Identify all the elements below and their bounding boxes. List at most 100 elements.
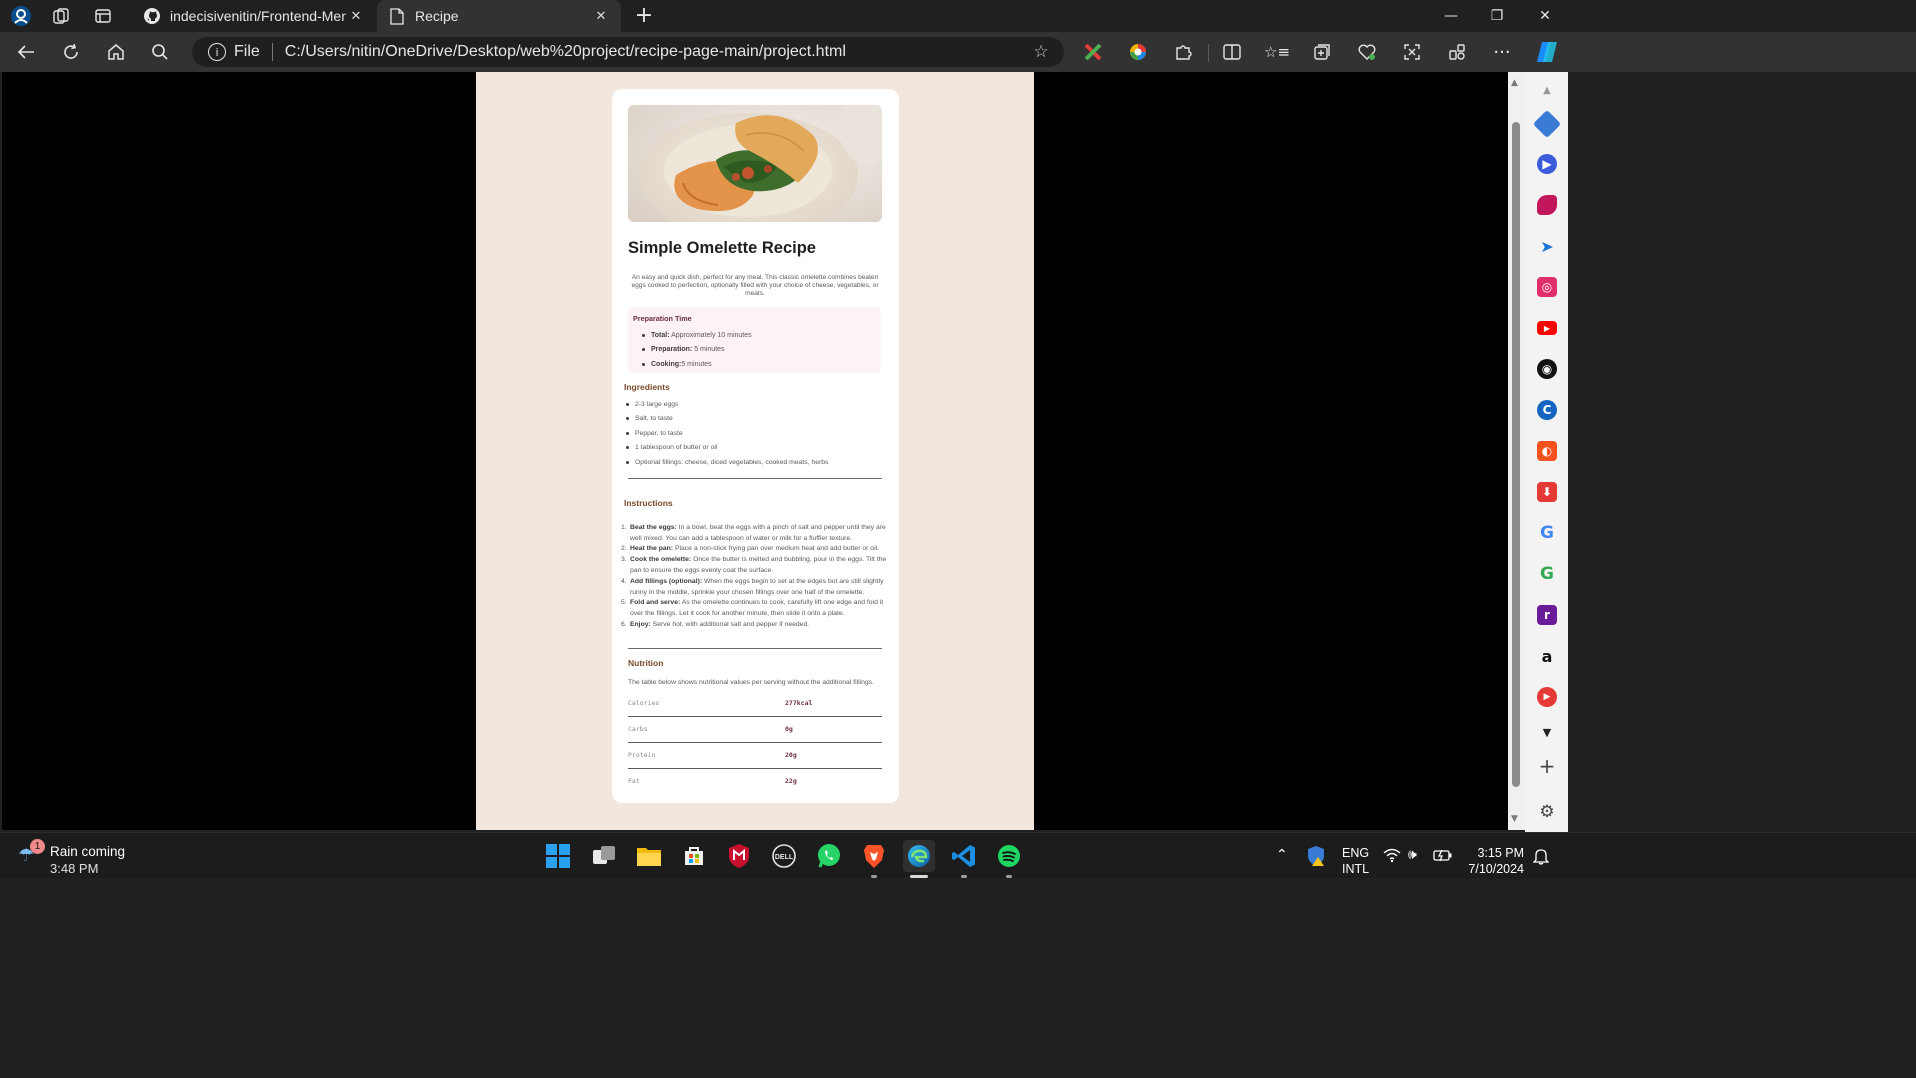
close-tab-icon[interactable]: ✕: [591, 9, 611, 24]
refresh-button[interactable]: [55, 38, 87, 66]
sidebar-more-icon[interactable]: ▼: [1537, 722, 1557, 742]
tab-actions-icon[interactable]: [90, 4, 116, 28]
profile-icon[interactable]: [8, 4, 34, 28]
extensions-icon[interactable]: [1171, 40, 1195, 64]
workspaces-icon[interactable]: [48, 4, 74, 28]
running-indicator: [1006, 875, 1012, 878]
toolbar-divider: [1208, 44, 1209, 62]
close-tab-icon[interactable]: ✕: [346, 9, 366, 24]
search-icon[interactable]: [144, 38, 176, 66]
notifications-bell-icon[interactable]: [1532, 847, 1550, 869]
youtube-music-icon[interactable]: ▶: [1537, 687, 1557, 707]
minimize-button[interactable]: —: [1428, 0, 1474, 32]
site-info-icon[interactable]: i: [208, 43, 226, 61]
volume-icon[interactable]: 🕪: [1408, 847, 1417, 863]
list-item: Preparation: 5 minutes: [642, 346, 725, 353]
bing-chat-icon[interactable]: ▶: [1537, 154, 1557, 174]
screenshot-icon[interactable]: [1400, 40, 1424, 64]
designer-icon[interactable]: [1537, 195, 1557, 215]
list-item: 1. Beat the eggs: In a bowl, beat the egg…: [621, 524, 886, 542]
list-item: 2-3 large eggs: [626, 401, 678, 408]
list-item: Cooking:5 minutes: [642, 361, 712, 368]
scrollbar-thumb[interactable]: [1512, 122, 1520, 787]
bullet-icon: [626, 460, 629, 464]
github-icon: [142, 6, 162, 26]
download-icon[interactable]: ⬇: [1537, 482, 1557, 502]
list-item: 3. Cook the omelette: Once the butter is …: [621, 556, 887, 574]
microsoft-store-icon[interactable]: [678, 840, 710, 872]
amazon-icon[interactable]: a: [1537, 646, 1557, 666]
scroll-up-icon[interactable]: ▲: [1511, 78, 1518, 88]
mcafee-icon[interactable]: [723, 840, 755, 872]
edge-sidebar: ▲ ▶ ➤ ◎ ▶ ◉ C ◐ ⬇ G G r a ▶ ▼ + ⚙: [1525, 72, 1568, 832]
google-icon[interactable]: G: [1537, 523, 1557, 543]
spotify-icon[interactable]: [993, 840, 1025, 872]
whatsapp-icon[interactable]: [813, 840, 845, 872]
list-item: Optional fillings: cheese, diced vegetab…: [626, 459, 828, 466]
performance-icon[interactable]: [1445, 40, 1469, 64]
url-text[interactable]: C:/Users/nitin/OneDrive/Desktop/web%20pr…: [285, 43, 1026, 61]
back-button[interactable]: [10, 38, 42, 66]
shopping-tag-icon[interactable]: [1532, 109, 1562, 139]
instagram-icon[interactable]: ◎: [1537, 277, 1557, 297]
tab-label: Recipe: [415, 8, 459, 24]
battery-icon[interactable]: [1433, 847, 1453, 867]
sidebar-scroll-up-icon[interactable]: ▲: [1537, 80, 1557, 100]
security-shield-icon[interactable]: [1306, 845, 1326, 871]
show-hidden-icons-icon[interactable]: ⌃: [1276, 847, 1288, 863]
github-icon[interactable]: ◉: [1537, 359, 1557, 379]
telegram-icon[interactable]: ➤: [1537, 236, 1557, 256]
list-item: Total: Approximately 10 minutes: [642, 332, 752, 339]
page-icon: [387, 6, 407, 26]
instructions-title: Instructions: [624, 498, 673, 508]
vscode-icon[interactable]: [948, 840, 980, 872]
sidebar-settings-icon[interactable]: ⚙: [1537, 802, 1557, 822]
split-screen-icon[interactable]: [1220, 40, 1244, 64]
dell-icon[interactable]: DELL: [768, 840, 800, 872]
address-bar[interactable]: i File C:/Users/nitin/OneDrive/Desktop/w…: [192, 37, 1064, 67]
system-clock[interactable]: 3:15 PM 7/10/2024: [1462, 845, 1524, 877]
nutrition-value: 20g: [785, 751, 797, 759]
weather-widget[interactable]: ☂ 1 Rain coming 3:48 PM: [14, 839, 154, 876]
language-indicator[interactable]: ENG INTL: [1342, 845, 1369, 877]
task-view-icon[interactable]: [588, 840, 620, 872]
google-alt-icon[interactable]: G: [1537, 564, 1557, 584]
scheme-label: File: [234, 43, 260, 60]
favorite-star-icon[interactable]: ☆: [1026, 42, 1056, 62]
list-item: Pepper, to taste: [626, 430, 683, 437]
c-app-icon[interactable]: C: [1537, 400, 1557, 420]
edge-icon[interactable]: [903, 840, 935, 872]
start-button[interactable]: [542, 840, 574, 872]
restore-button[interactable]: ❐: [1474, 0, 1520, 32]
extension-x-icon[interactable]: [1081, 40, 1105, 64]
favorites-icon[interactable]: ☆≡: [1264, 40, 1290, 64]
omelette-image: [628, 105, 882, 222]
wifi-icon[interactable]: [1383, 847, 1401, 867]
copilot-icon[interactable]: [1533, 38, 1561, 66]
nutrition-value: 277kcal: [785, 699, 813, 707]
youtube-icon[interactable]: ▶: [1537, 321, 1557, 335]
tab-recipe[interactable]: Recipe ✕: [377, 0, 621, 32]
scroll-down-icon[interactable]: ▼: [1511, 814, 1518, 824]
browser-essentials-icon[interactable]: [1355, 40, 1379, 64]
page-background: Simple Omelette Recipe An easy and quick…: [476, 72, 1034, 830]
add-sidebar-app-icon[interactable]: +: [1537, 754, 1557, 778]
clock-date: 7/10/2024: [1468, 862, 1524, 876]
running-indicator: [871, 875, 877, 878]
file-explorer-icon[interactable]: [633, 840, 665, 872]
divider: [628, 648, 882, 649]
app-orange-icon[interactable]: ◐: [1537, 441, 1557, 461]
new-tab-button[interactable]: +: [631, 3, 657, 28]
bullet-icon: [626, 416, 629, 420]
page-scrollbar[interactable]: ▲ ▼: [1508, 72, 1525, 830]
r-app-icon[interactable]: r: [1537, 605, 1557, 625]
home-button[interactable]: [100, 38, 132, 66]
tab-github[interactable]: indecisivenitin/Frontend-Mentor ✕: [132, 0, 376, 32]
color-picker-icon[interactable]: [1126, 40, 1150, 64]
close-window-button[interactable]: ✕: [1522, 0, 1568, 32]
brave-icon[interactable]: [858, 840, 890, 872]
more-menu-icon[interactable]: ···: [1490, 40, 1514, 64]
clock-time: 3:15 PM: [1477, 846, 1524, 860]
divider: [271, 43, 273, 61]
collections-icon[interactable]: [1310, 40, 1334, 64]
